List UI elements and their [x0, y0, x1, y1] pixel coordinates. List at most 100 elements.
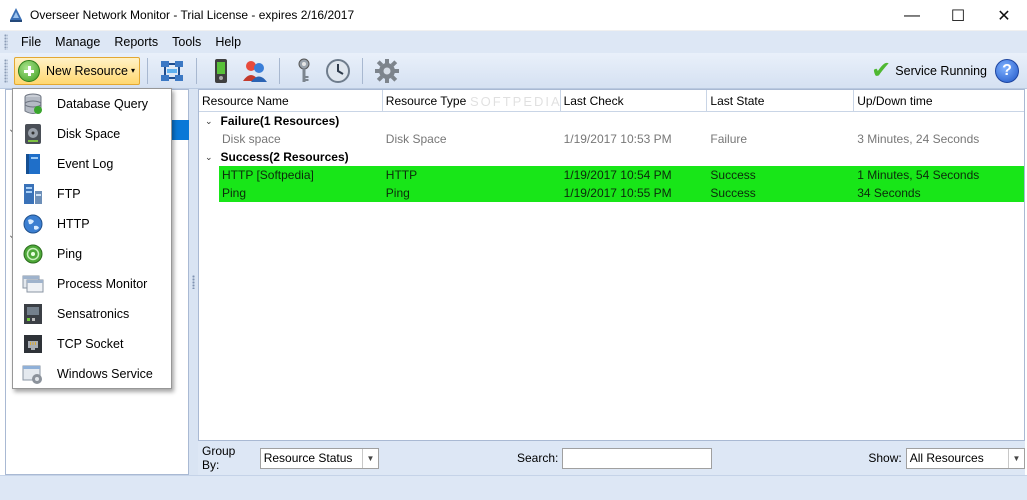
menu-item-sensatronics[interactable]: Sensatronics — [13, 299, 171, 329]
menu-item-event-log[interactable]: Event Log — [13, 149, 171, 179]
close-button[interactable]: ✕ — [981, 0, 1027, 31]
dropdown-arrow-icon[interactable]: ▼ — [1007, 448, 1024, 468]
group-label: Failure(1 Resources) — [220, 114, 340, 128]
cell-updown-time: 34 Seconds — [857, 186, 921, 200]
group-by-label: Group By: — [202, 444, 236, 472]
toolbar-separator — [196, 57, 197, 84]
menu-item-label: Sensatronics — [57, 307, 130, 321]
add-icon — [18, 59, 40, 82]
menu-item-tcp-socket[interactable]: TCP Socket — [13, 329, 171, 359]
group-row-success[interactable]: ⌄ Success(2 Resources) — [199, 148, 1024, 166]
cell-last-check: 1/19/2017 10:53 PM — [563, 132, 672, 146]
checkmark-icon: ✔ — [871, 57, 892, 84]
pane-splitter[interactable] — [189, 89, 198, 475]
tree-selected-node[interactable] — [170, 120, 189, 140]
show-label: Show: — [868, 451, 902, 465]
cell-updown-time: 3 Minutes, 24 Seconds — [857, 132, 980, 146]
cell-last-state: Success — [710, 186, 756, 200]
service-status-text: Service Running — [895, 64, 987, 78]
show-select[interactable]: All Resources ▼ — [905, 447, 1025, 469]
cell-resource-type: HTTP — [385, 168, 418, 182]
minimize-button[interactable]: — — [889, 0, 935, 31]
menu-item-label: Windows Service — [57, 367, 153, 381]
menu-item-process-monitor[interactable]: Process Monitor — [13, 269, 171, 299]
toolbar-separator — [147, 57, 148, 84]
watermark: SOFTPEDIA — [470, 94, 562, 109]
group-by-value: Resource Status — [263, 451, 353, 465]
group-label: Success(2 Resources) — [220, 150, 349, 164]
gear-icon[interactable] — [374, 58, 400, 84]
cell-resource-name: Disk space — [222, 132, 281, 146]
resource-grid: Resource Name Resource Type Last Check L… — [198, 89, 1025, 441]
menu-item-windows-service[interactable]: Windows Service — [13, 359, 171, 389]
menu-manage[interactable]: Manage — [48, 31, 107, 53]
menu-item-database-query[interactable]: Database Query — [13, 89, 171, 119]
new-resource-label: New Resource — [46, 63, 128, 78]
menu-item-label: FTP — [57, 187, 81, 201]
menu-reports[interactable]: Reports — [107, 31, 165, 53]
maximize-button[interactable]: ☐ — [935, 0, 981, 31]
column-header-last-check[interactable]: Last Check — [561, 90, 708, 112]
app-logo-icon — [8, 7, 24, 23]
cell-resource-name: HTTP [Softpedia] — [222, 168, 314, 182]
table-row[interactable]: Ping Ping 1/19/2017 10:55 PM Success 34 … — [219, 184, 1024, 202]
group-by-select[interactable]: Resource Status ▼ — [259, 447, 379, 469]
toolbar-separator — [279, 57, 280, 84]
key-icon[interactable] — [291, 58, 317, 84]
column-header-updown-time[interactable]: Up/Down time — [854, 90, 1024, 112]
cell-last-state: Failure — [710, 132, 748, 146]
cell-resource-type: Disk Space — [385, 132, 447, 146]
menu-help[interactable]: Help — [208, 31, 248, 53]
menu-bar: File Manage Reports Tools Help — [0, 31, 1027, 53]
cell-last-check: 1/19/2017 10:55 PM — [563, 186, 672, 200]
network-icon[interactable] — [159, 58, 185, 84]
cell-resource-name: Ping — [222, 186, 247, 200]
menu-file[interactable]: File — [14, 31, 48, 53]
search-label: Search: — [516, 451, 559, 465]
filter-bar: Group By: Resource Status ▼ Search: Show… — [198, 441, 1025, 475]
help-icon[interactable]: ? — [995, 59, 1019, 83]
menu-grip[interactable] — [4, 34, 8, 50]
status-bar — [0, 475, 1027, 500]
socket-icon — [22, 333, 44, 355]
menu-item-label: Database Query — [57, 97, 149, 111]
menu-item-label: HTTP — [57, 217, 90, 231]
group-collapse-icon[interactable]: ⌄ — [205, 148, 213, 166]
dropdown-arrow-icon[interactable]: ▼ — [361, 448, 378, 468]
service-icon — [22, 363, 44, 385]
disk-icon — [22, 123, 44, 145]
menu-item-http[interactable]: HTTP — [13, 209, 171, 239]
menu-item-ftp[interactable]: FTP — [13, 179, 171, 209]
cell-last-state: Success — [710, 168, 756, 182]
table-row[interactable]: HTTP [Softpedia] HTTP 1/19/2017 10:54 PM… — [219, 166, 1024, 184]
toolbar: New Resource ▾ ✔ Service Running ? — [0, 53, 1027, 89]
column-header-resource-name[interactable]: Resource Name — [199, 90, 383, 112]
title-bar: Overseer Network Monitor - Trial License… — [0, 0, 1027, 31]
table-row[interactable]: Disk space Disk Space 1/19/2017 10:53 PM… — [219, 130, 1024, 148]
column-header-last-state[interactable]: Last State — [707, 90, 855, 112]
toolbar-grip[interactable] — [4, 58, 8, 83]
menu-item-label: TCP Socket — [57, 337, 124, 351]
users-icon[interactable] — [242, 58, 268, 84]
device-icon[interactable] — [208, 58, 234, 84]
cell-last-check: 1/19/2017 10:54 PM — [563, 168, 672, 182]
window-title: Overseer Network Monitor - Trial License… — [30, 8, 355, 22]
service-status: ✔ Service Running ? — [871, 58, 1019, 84]
ping-icon — [22, 243, 44, 265]
search-input[interactable] — [562, 447, 713, 469]
windows-icon — [22, 273, 44, 295]
chevron-down-icon: ▾ — [130, 66, 135, 75]
new-resource-menu: Database Query Disk Space Event Log FTP … — [12, 88, 172, 389]
menu-tools[interactable]: Tools — [165, 31, 208, 53]
clock-icon[interactable] — [325, 58, 351, 84]
globe-icon — [22, 213, 44, 235]
new-resource-button[interactable]: New Resource ▾ — [14, 56, 140, 85]
group-collapse-icon[interactable]: ⌄ — [205, 112, 213, 130]
group-row-failure[interactable]: ⌄ Failure(1 Resources) — [199, 112, 1024, 130]
menu-item-label: Ping — [57, 247, 83, 261]
menu-item-label: Event Log — [57, 157, 114, 171]
book-icon — [22, 153, 44, 175]
menu-item-disk-space[interactable]: Disk Space — [13, 119, 171, 149]
database-icon — [22, 93, 44, 115]
menu-item-ping[interactable]: Ping — [13, 239, 171, 269]
